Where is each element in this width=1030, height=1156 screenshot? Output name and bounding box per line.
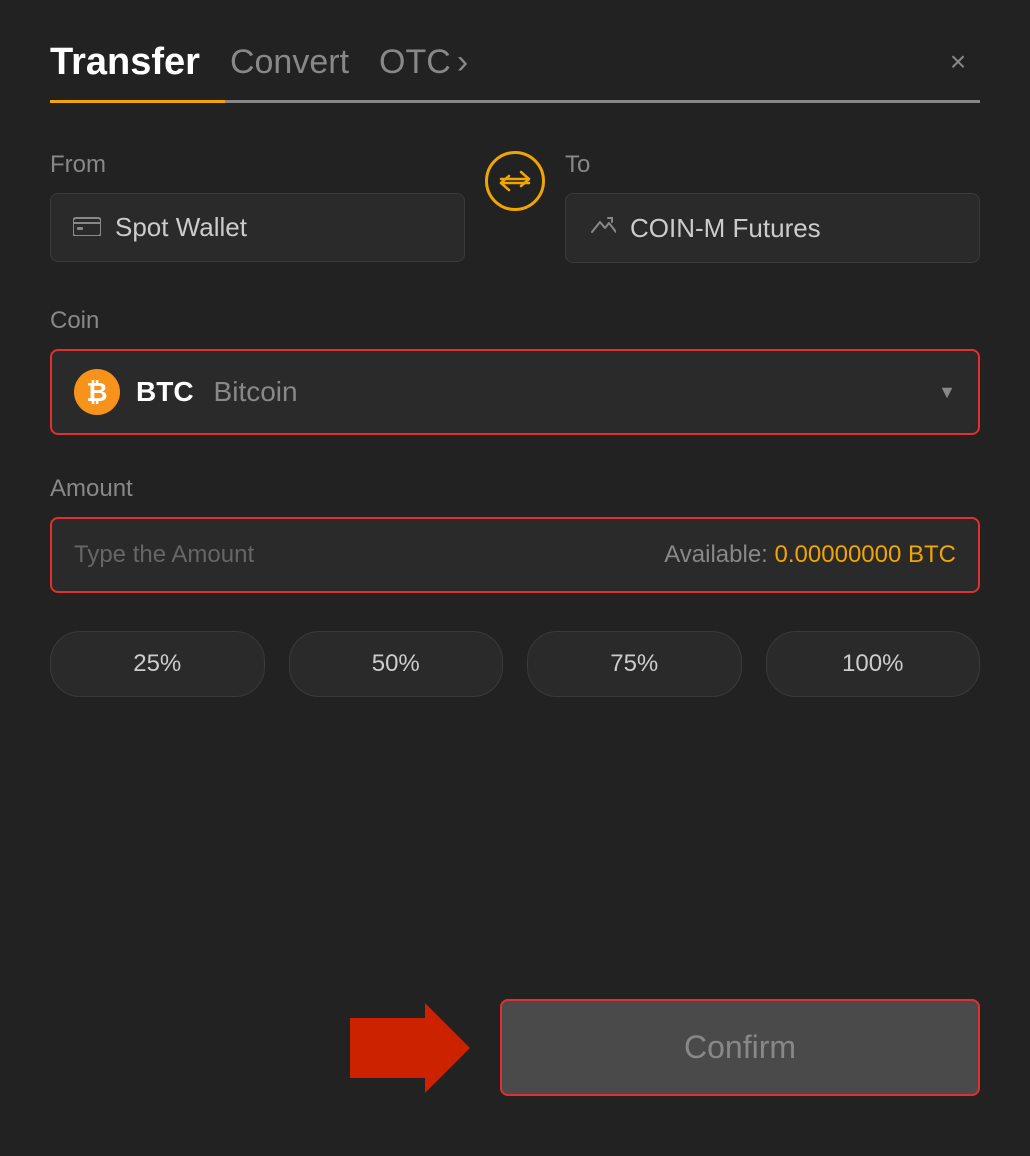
wallet-icon bbox=[73, 214, 101, 242]
tab-active-indicator bbox=[50, 100, 225, 103]
amount-label: Amount bbox=[50, 475, 980, 503]
available-value: 0.00000000 BTC bbox=[775, 541, 956, 568]
to-wallet-name: COIN-M Futures bbox=[630, 213, 821, 244]
pct-25-button[interactable]: 25% bbox=[50, 631, 265, 697]
to-field: To COIN-M Futures bbox=[565, 151, 980, 263]
red-arrow-icon bbox=[350, 1003, 470, 1093]
btc-icon: ₿ bbox=[74, 369, 120, 415]
available-balance: Available: 0.00000000 BTC bbox=[664, 541, 956, 569]
pct-100-button[interactable]: 100% bbox=[766, 631, 981, 697]
modal-container: Transfer Convert OTC › × From Spot Walle bbox=[0, 0, 1030, 1156]
tab-convert[interactable]: Convert bbox=[230, 43, 349, 82]
coin-section: Coin ₿ BTC Bitcoin ▼ bbox=[50, 307, 980, 435]
available-label: Available: bbox=[664, 541, 768, 568]
from-field: From Spot Wallet bbox=[50, 151, 465, 262]
amount-input-box: Type the Amount Available: 0.00000000 BT… bbox=[50, 517, 980, 593]
pct-75-button[interactable]: 75% bbox=[527, 631, 742, 697]
chevron-right-icon: › bbox=[457, 43, 468, 82]
bottom-section: Confirm bbox=[50, 979, 980, 1096]
tab-otc[interactable]: OTC › bbox=[379, 43, 468, 82]
to-wallet-selector[interactable]: COIN-M Futures bbox=[565, 193, 980, 263]
confirm-button[interactable]: Confirm bbox=[500, 999, 980, 1096]
coin-selector[interactable]: ₿ BTC Bitcoin ▼ bbox=[50, 349, 980, 435]
tab-transfer[interactable]: Transfer bbox=[50, 41, 200, 84]
tab-underline bbox=[50, 100, 980, 103]
chevron-down-icon: ▼ bbox=[938, 382, 956, 403]
from-to-section: From Spot Wallet bbox=[50, 151, 980, 263]
from-label: From bbox=[50, 151, 465, 179]
pct-50-button[interactable]: 50% bbox=[289, 631, 504, 697]
coin-symbol: BTC bbox=[136, 376, 194, 408]
coin-label: Coin bbox=[50, 307, 980, 335]
swap-section bbox=[465, 151, 565, 217]
from-wallet-selector[interactable]: Spot Wallet bbox=[50, 193, 465, 262]
arrow-container bbox=[50, 1003, 470, 1093]
amount-section: Amount Type the Amount Available: 0.0000… bbox=[50, 475, 980, 593]
amount-placeholder[interactable]: Type the Amount bbox=[74, 541, 254, 569]
modal-header: Transfer Convert OTC › × bbox=[50, 40, 980, 84]
swap-button[interactable] bbox=[485, 151, 545, 211]
futures-icon bbox=[588, 212, 616, 244]
to-label: To bbox=[565, 151, 980, 179]
coin-full-name: Bitcoin bbox=[214, 376, 298, 408]
close-button[interactable]: × bbox=[936, 40, 980, 84]
from-wallet-name: Spot Wallet bbox=[115, 212, 247, 243]
percentage-buttons: 25% 50% 75% 100% bbox=[50, 631, 980, 697]
